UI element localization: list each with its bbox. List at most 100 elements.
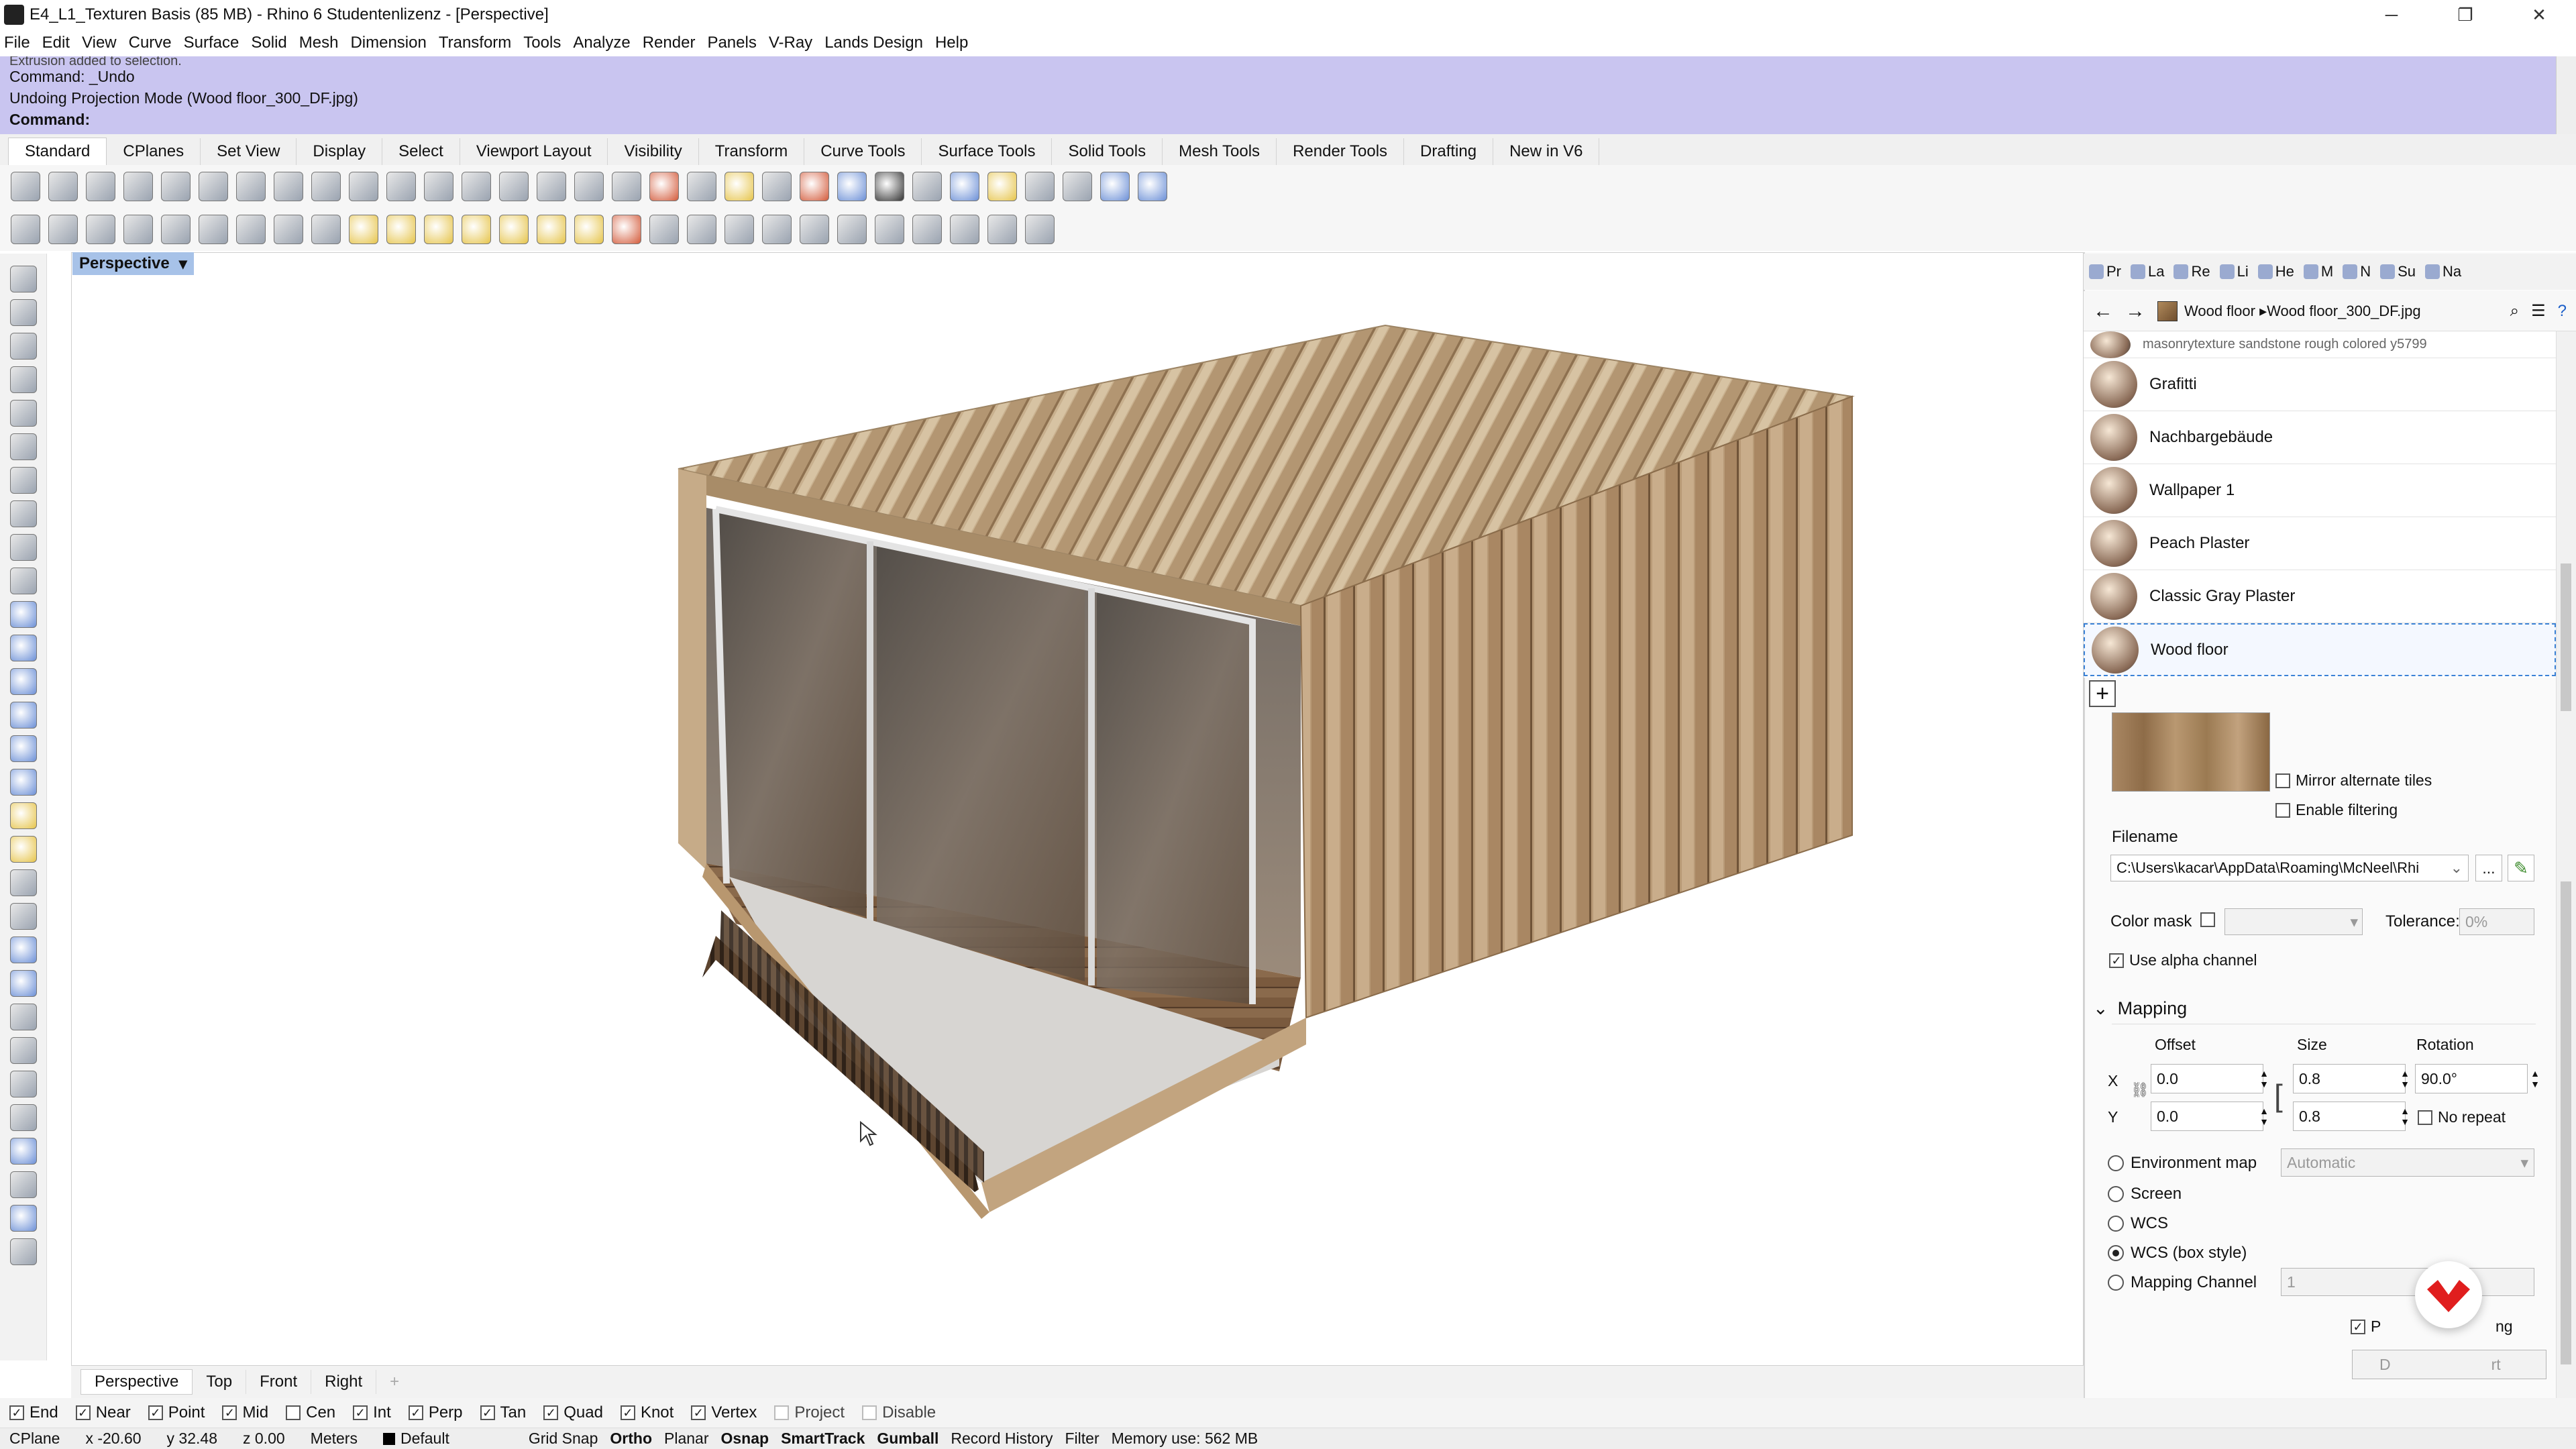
close-button[interactable]: ✕	[2502, 0, 2576, 30]
shaded-sphere-icon[interactable]	[875, 172, 904, 201]
gumball-toggle[interactable]: Gumball	[877, 1430, 938, 1448]
checkbox[interactable]	[2275, 773, 2290, 788]
record-history-toggle[interactable]: Record History	[951, 1430, 1053, 1448]
select-arrow-icon[interactable]	[9, 266, 37, 292]
vray-frame-buffer-icon[interactable]	[161, 215, 191, 244]
tab-display[interactable]: Display	[297, 138, 383, 165]
list-item[interactable]: Nachbargebäude	[2084, 411, 2556, 464]
search-icon[interactable]: ⌕	[2510, 302, 2519, 321]
settings-gear-icon[interactable]	[1025, 172, 1055, 201]
offset-y-stepper[interactable]: ▲ ▼	[2257, 1102, 2271, 1131]
breadcrumb[interactable]: Wood floor ▸Wood floor_300_DF.jpg	[2184, 303, 2421, 320]
viewport-name[interactable]: Perspective	[79, 254, 170, 273]
menu-analyze[interactable]: Analyze	[573, 34, 630, 52]
list-item-selected[interactable]: Wood floor	[2084, 623, 2556, 676]
rotate-view-icon[interactable]	[386, 172, 416, 201]
tab-front[interactable]: Front	[246, 1370, 312, 1394]
snap-perp[interactable]: Perp	[408, 1403, 463, 1422]
snap-mid[interactable]: Mid	[222, 1403, 268, 1422]
color-mask-picker[interactable]: ▾	[2224, 908, 2363, 935]
vray-ies-light-icon[interactable]	[462, 215, 491, 244]
globe-icon[interactable]	[1100, 172, 1130, 201]
help-circle-icon[interactable]: ?	[2558, 302, 2567, 321]
undo-icon[interactable]	[311, 172, 341, 201]
screen-radio[interactable]: Screen	[2108, 1185, 2182, 1203]
offset-x-field[interactable]: 0.0	[2151, 1064, 2263, 1093]
filter-toggle[interactable]: Filter	[1065, 1430, 1099, 1448]
tab-top[interactable]: Top	[193, 1370, 247, 1394]
partial-button[interactable]: Drt	[2352, 1350, 2546, 1379]
tab-materials[interactable]: M	[2303, 263, 2333, 280]
alpha-channel-checkbox[interactable]: Use alpha channel	[2109, 951, 2257, 969]
offset-y-field[interactable]: 0.0	[2151, 1102, 2263, 1131]
planar-toggle[interactable]: Planar	[664, 1430, 708, 1448]
print-icon[interactable]	[123, 172, 153, 201]
tab-transform[interactable]: Transform	[699, 138, 805, 165]
curve-icon[interactable]	[9, 366, 37, 393]
polygon-icon[interactable]	[9, 467, 37, 494]
menu-surface[interactable]: Surface	[184, 34, 239, 52]
vray-scatter-icon[interactable]	[875, 215, 904, 244]
tab-right[interactable]: Right	[311, 1370, 377, 1394]
copy-icon[interactable]	[236, 172, 266, 201]
render-sphere-icon[interactable]	[950, 172, 979, 201]
environment-map-radio[interactable]: Environment map	[2108, 1154, 2257, 1173]
mapping-section-header[interactable]: ⌄ Mapping	[2093, 998, 2187, 1019]
vray-teapot-icon[interactable]	[86, 215, 115, 244]
scroll-thumb[interactable]	[2561, 564, 2571, 711]
array-icon[interactable]	[9, 1138, 37, 1165]
menu-help[interactable]: Help	[935, 34, 968, 52]
forward-arrow-icon[interactable]: →	[2125, 300, 2145, 323]
text-icon[interactable]	[9, 1071, 37, 1097]
vray-spot-light-icon[interactable]	[424, 215, 453, 244]
point-icon[interactable]	[9, 299, 37, 326]
vray-sun-icon[interactable]	[574, 215, 604, 244]
tab-help[interactable]: He	[2257, 263, 2294, 280]
tab-libraries[interactable]: Li	[2219, 263, 2249, 280]
move-icon[interactable]	[9, 1104, 37, 1131]
vray-infinite-plane-icon[interactable]	[649, 215, 679, 244]
size-y-stepper[interactable]: ▲ ▼	[2398, 1102, 2412, 1131]
menu-edit[interactable]: Edit	[42, 34, 70, 52]
snap-knot[interactable]: Knot	[620, 1403, 674, 1422]
snap-cen[interactable]: Cen	[286, 1403, 335, 1422]
size-y-field[interactable]: 0.8	[2293, 1102, 2406, 1131]
tab-layers[interactable]: La	[2131, 263, 2164, 280]
split-icon[interactable]	[9, 869, 37, 896]
offset-icon[interactable]	[9, 1004, 37, 1030]
highlight-icon[interactable]	[987, 172, 1017, 201]
menu-curve[interactable]: Curve	[129, 34, 172, 52]
menu-lands-design[interactable]: Lands Design	[824, 34, 923, 52]
vray-decal-icon[interactable]	[912, 215, 942, 244]
menu-transform[interactable]: Transform	[439, 34, 511, 52]
zoom-icon[interactable]	[424, 172, 453, 201]
no-repeat-checkbox[interactable]: No repeat	[2418, 1108, 2506, 1126]
tab-drafting[interactable]: Drafting	[1404, 138, 1494, 165]
enable-filtering-checkbox[interactable]: Enable filtering	[2275, 801, 2398, 819]
vray-grass-icon[interactable]	[950, 215, 979, 244]
ellipse-icon[interactable]	[9, 433, 37, 460]
cut-icon[interactable]	[199, 172, 228, 201]
vray-sun-link-icon[interactable]	[612, 215, 641, 244]
wcs-radio[interactable]: WCS	[2108, 1214, 2168, 1233]
surface-icon[interactable]	[9, 601, 37, 628]
add-viewport-icon[interactable]: +	[376, 1370, 413, 1394]
lock-icon[interactable]	[762, 172, 792, 201]
house-model[interactable]	[72, 253, 2084, 1366]
snap-quad[interactable]: Quad	[543, 1403, 603, 1422]
snap-disable[interactable]: Disable	[862, 1403, 936, 1422]
menu-file[interactable]: File	[4, 34, 30, 52]
vray-mesh-light-icon[interactable]	[537, 215, 566, 244]
zoom-window-icon[interactable]	[462, 172, 491, 201]
osnap-toggle[interactable]: Osnap	[720, 1430, 769, 1448]
group-icon[interactable]	[9, 970, 37, 997]
checkbox[interactable]	[2275, 802, 2290, 818]
chevron-down-icon[interactable]: ▾	[179, 254, 187, 274]
trim-icon[interactable]	[9, 836, 37, 863]
link-icon[interactable]: ⛓	[2131, 1081, 2149, 1099]
partial-checkbox[interactable]: P	[2351, 1318, 2381, 1336]
command-scrollbar[interactable]	[2556, 56, 2576, 134]
vray-frame-icon[interactable]	[1025, 215, 1055, 244]
save-icon[interactable]	[86, 172, 115, 201]
tab-standard[interactable]: Standard	[8, 138, 107, 165]
